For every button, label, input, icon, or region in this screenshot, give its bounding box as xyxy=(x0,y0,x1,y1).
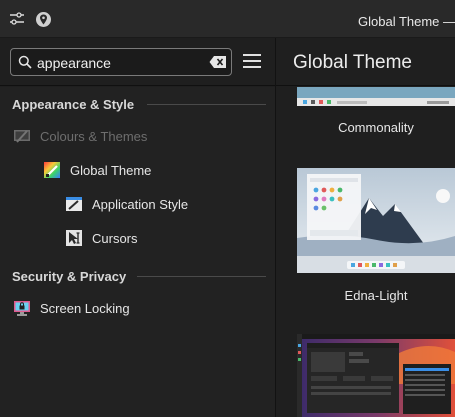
theme-name-edna-light: Edna-Light xyxy=(344,288,408,303)
clear-search-icon[interactable] xyxy=(209,55,227,69)
section-header-security-privacy: Security & Privacy xyxy=(12,269,127,284)
section-divider xyxy=(147,104,266,105)
application-style-icon xyxy=(65,195,83,213)
sidebar: Appearance & Style Colours & Themes Glob… xyxy=(0,87,275,417)
colours-themes-icon xyxy=(13,127,31,145)
global-theme-icon xyxy=(43,161,61,179)
sidebar-item-cursors[interactable]: Cursors xyxy=(65,225,138,251)
theme-thumbnail-edna-light[interactable] xyxy=(297,168,455,273)
window-title: Global Theme — xyxy=(358,14,455,29)
hamburger-menu-icon[interactable] xyxy=(243,54,261,70)
sidebar-item-label: Cursors xyxy=(92,230,138,246)
sidebar-item-application-style[interactable]: Application Style xyxy=(65,191,188,217)
cursors-icon xyxy=(65,229,83,247)
sidebar-item-label: Global Theme xyxy=(70,162,152,178)
search-icon xyxy=(18,55,32,74)
sidebar-item-label: Screen Locking xyxy=(40,300,130,316)
pin-icon[interactable] xyxy=(33,9,53,29)
page-title: Global Theme xyxy=(293,52,412,73)
window-menu-icon[interactable] xyxy=(7,9,27,29)
sidebar-item-screen-locking[interactable]: Screen Locking xyxy=(13,295,130,321)
section-header-appearance-style: Appearance & Style xyxy=(12,97,135,112)
search-box[interactable] xyxy=(10,48,232,76)
theme-list[interactable]: Commonality Edna-Light xyxy=(276,87,455,417)
sidebar-item-colours-themes[interactable]: Colours & Themes xyxy=(13,123,147,149)
sidebar-item-label: Colours & Themes xyxy=(40,128,148,144)
screen-locking-icon xyxy=(13,299,31,317)
section-divider xyxy=(137,276,266,277)
title-bar: Global Theme — xyxy=(0,0,455,38)
sidebar-item-global-theme[interactable]: Global Theme xyxy=(43,157,151,183)
sidebar-item-label: Application Style xyxy=(92,196,189,212)
theme-thumbnail-commonality[interactable] xyxy=(297,87,455,106)
theme-name-commonality: Commonality xyxy=(338,120,414,135)
theme-thumbnail-dark[interactable] xyxy=(297,334,455,417)
search-input[interactable] xyxy=(37,53,207,72)
toolbar: Global Theme xyxy=(0,38,455,86)
